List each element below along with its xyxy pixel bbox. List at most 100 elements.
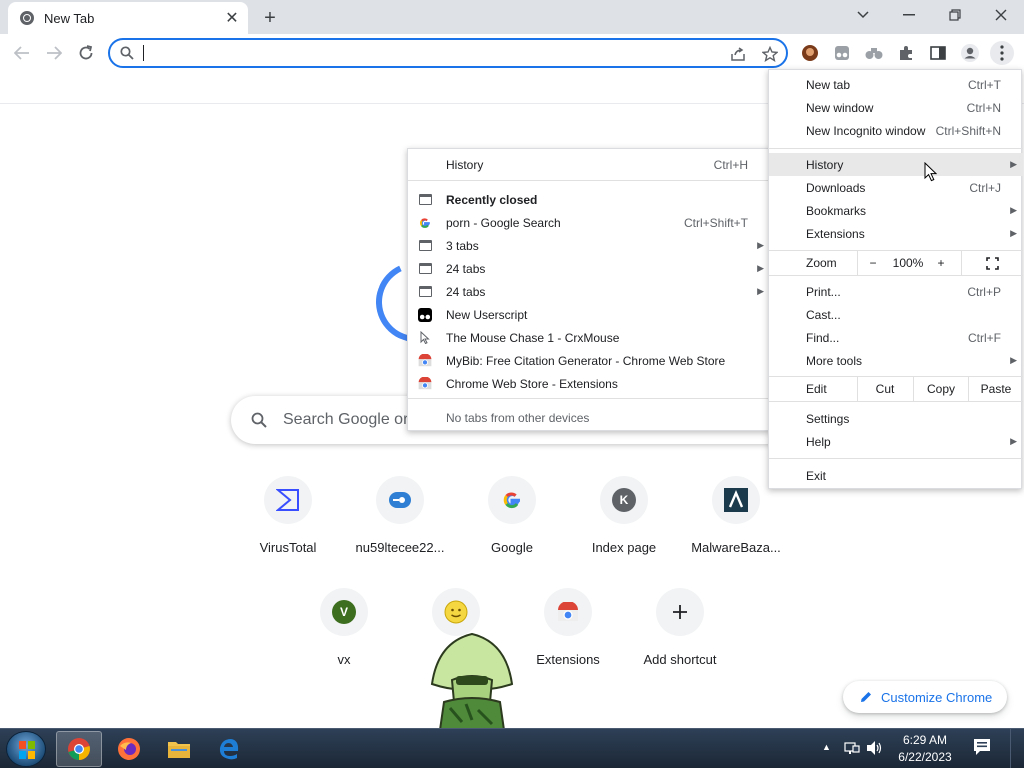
forward-button[interactable]: [42, 41, 66, 65]
tab-group-icon: [418, 285, 432, 299]
menu-separator: [769, 148, 1023, 149]
show-desktop-button[interactable]: [1010, 729, 1024, 768]
volume-icon[interactable]: [866, 740, 884, 759]
webstore-icon: [418, 377, 432, 391]
address-bar[interactable]: [108, 38, 788, 68]
clock-date: 6/22/2023: [898, 750, 952, 764]
shortcut-label: nu59ltecee22...: [355, 540, 445, 555]
shortcut-tile[interactable]: VirusTotal: [232, 476, 344, 572]
menu-item-new-window[interactable]: New window Ctrl+N: [769, 96, 1023, 119]
tab-icon: [418, 193, 432, 207]
history-item[interactable]: Chrome Web Store - Extensions: [408, 372, 772, 395]
show-hidden-icons-arrow[interactable]: ▲: [822, 742, 831, 752]
zoom-in-button[interactable]: +: [931, 251, 951, 275]
submenu-arrow-icon: ▶: [757, 286, 764, 296]
chevron-down-icon: [857, 11, 869, 19]
tab-new-tab[interactable]: New Tab ✕: [8, 2, 248, 34]
taskbar-file-explorer[interactable]: [156, 731, 202, 767]
tampermonkey-extension-icon[interactable]: [830, 41, 854, 65]
back-button[interactable]: [10, 41, 34, 65]
history-submenu: History Ctrl+H Recently closed porn - Go…: [407, 148, 772, 431]
profile-avatar-icon[interactable]: [958, 41, 982, 65]
history-item[interactable]: New Userscript: [408, 303, 772, 326]
no-other-devices-text: No tabs from other devices: [446, 410, 590, 425]
menu-item-history[interactable]: History ▶: [769, 153, 1023, 176]
windows-logo-icon: [19, 741, 35, 759]
menu-item-more-tools[interactable]: More tools ▶: [769, 349, 1023, 372]
history-item[interactable]: 24 tabs ▶: [408, 280, 772, 303]
close-window-button[interactable]: [986, 4, 1016, 26]
new-tab-button[interactable]: +: [258, 6, 282, 30]
chrome-favicon-icon: [20, 11, 34, 25]
reload-button[interactable]: [74, 41, 98, 65]
add-shortcut-tile[interactable]: Add shortcut: [624, 588, 736, 684]
shortcut-tile[interactable]: K Index page: [568, 476, 680, 572]
shortcut-label: Google: [491, 540, 533, 555]
action-center-icon[interactable]: [972, 737, 992, 759]
smiley-icon: [432, 588, 480, 636]
history-item[interactable]: MyBib: Free Citation Generator - Chrome …: [408, 349, 772, 372]
taskbar-edge[interactable]: [206, 731, 252, 767]
paste-button[interactable]: Paste: [969, 377, 1023, 401]
menu-item-new-incognito[interactable]: New Incognito window Ctrl+Shift+N: [769, 119, 1023, 142]
ntp-search-placeholder: Search Google or: [283, 411, 409, 428]
virustotal-icon: [264, 476, 312, 524]
menu-item-downloads[interactable]: Downloads Ctrl+J: [769, 176, 1023, 199]
google-icon: [488, 476, 536, 524]
menu-item-bookmarks[interactable]: Bookmarks ▶: [769, 199, 1023, 222]
shortcut-tile[interactable]: MalwareBaza...: [680, 476, 792, 572]
share-icon[interactable]: [728, 44, 748, 64]
restore-button[interactable]: [940, 4, 970, 26]
tab-close-icon[interactable]: ✕: [222, 8, 242, 28]
extensions-puzzle-icon[interactable]: [894, 41, 918, 65]
shortcut-tile[interactable]: nu59ltecee22...: [344, 476, 456, 572]
history-item[interactable]: 24 tabs ▶: [408, 257, 772, 280]
cut-button[interactable]: Cut: [858, 377, 912, 401]
malwarebazaar-icon: [712, 476, 760, 524]
webstore-icon: [418, 354, 432, 368]
network-icon[interactable]: [844, 740, 860, 759]
menu-item-new-tab[interactable]: New tab Ctrl+T: [769, 73, 1023, 96]
shortcut-tile[interactable]: Extensions: [512, 588, 624, 684]
shortcut-tile[interactable]: Google: [456, 476, 568, 572]
history-item[interactable]: The Mouse Chase 1 - CrxMouse: [408, 326, 772, 349]
menu-item-print[interactable]: Print... Ctrl+P: [769, 280, 1023, 303]
letter-k-icon: K: [600, 476, 648, 524]
taskbar-clock[interactable]: 6:29 AM 6/22/2023: [885, 732, 965, 766]
submenu-arrow-icon: ▶: [1010, 159, 1017, 169]
menu-item-cast[interactable]: Cast...: [769, 303, 1023, 326]
binoculars-extension-icon[interactable]: [862, 41, 886, 65]
history-full-item[interactable]: History Ctrl+H: [408, 153, 772, 176]
menu-item-settings[interactable]: Settings: [769, 407, 1023, 430]
shortcut-label: vx: [337, 652, 351, 667]
taskbar-firefox[interactable]: [106, 731, 152, 767]
customize-chrome-button[interactable]: Customize Chrome: [843, 681, 1007, 713]
search-tabs-button[interactable]: [848, 4, 878, 26]
letter-v-icon: V: [320, 588, 368, 636]
toolbar: [0, 34, 1024, 72]
side-panel-icon[interactable]: [926, 41, 950, 65]
text-cursor: [143, 45, 144, 61]
minimize-button[interactable]: [894, 4, 924, 26]
extension-avatar-icon[interactable]: [798, 41, 822, 65]
copy-button[interactable]: Copy: [914, 377, 968, 401]
webstore-icon: [544, 588, 592, 636]
fullscreen-icon: [985, 256, 999, 270]
fullscreen-button[interactable]: [981, 251, 1003, 275]
submenu-arrow-icon: ▶: [1010, 228, 1017, 238]
shortcut-label: VirusTotal: [259, 540, 317, 555]
start-button[interactable]: [6, 731, 46, 767]
taskbar-chrome[interactable]: [56, 731, 102, 767]
chrome-menu-button[interactable]: [990, 41, 1014, 65]
menu-item-find[interactable]: Find... Ctrl+F: [769, 326, 1023, 349]
submenu-arrow-icon: ▶: [1010, 205, 1017, 215]
zoom-out-button[interactable]: −: [863, 251, 883, 275]
menu-item-extensions[interactable]: Extensions ▶: [769, 222, 1023, 245]
bookmark-star-icon[interactable]: [760, 44, 780, 64]
history-item[interactable]: porn - Google Search Ctrl+Shift+T: [408, 211, 772, 234]
address-input[interactable]: [142, 43, 702, 63]
menu-item-help[interactable]: Help ▶: [769, 430, 1023, 453]
history-item[interactable]: 3 tabs ▶: [408, 234, 772, 257]
menu-item-exit[interactable]: Exit: [769, 464, 1023, 487]
shortcut-tile[interactable]: V vx: [288, 588, 400, 684]
